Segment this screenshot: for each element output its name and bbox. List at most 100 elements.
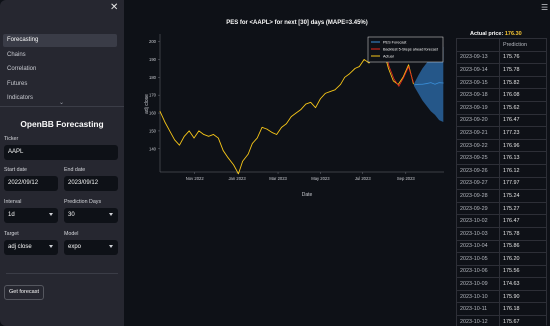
backtest-series-point <box>403 76 405 78</box>
table-row[interactable]: 2023-09-22 176.96 <box>456 138 547 153</box>
row-prediction: 176.08 <box>499 88 547 102</box>
row-prediction: 175.90 <box>499 289 547 304</box>
table-row[interactable]: 2023-09-26 176.12 <box>456 163 547 178</box>
actual-series-point <box>217 137 219 139</box>
interval-select[interactable]: 1d <box>4 208 58 223</box>
row-prediction: 175.76 <box>499 50 547 65</box>
legend-label-forecast: PES Forecast <box>383 41 407 45</box>
table-row[interactable]: 2023-10-12 175.67 <box>456 315 547 326</box>
start-date-input[interactable]: 2022/09/12 <box>4 176 58 191</box>
actual-series-point <box>334 89 336 91</box>
chevron-down-icon[interactable]: ⌄ <box>59 99 64 106</box>
table-row[interactable]: 2023-09-27 177.97 <box>456 176 547 191</box>
prediction-days-value: 30 <box>68 212 75 218</box>
predictions-table[interactable]: Prediction 2023-09-13 175.76 2023-09-14 175… <box>456 38 547 326</box>
actual-price-value: 176.30 <box>504 31 522 37</box>
actual-series-point <box>281 126 282 128</box>
end-date-input[interactable]: 2023/09/12 <box>64 176 118 191</box>
actual-series-point <box>300 109 302 110</box>
table-row[interactable]: 2023-09-18 176.08 <box>456 88 547 102</box>
actual-series-point <box>329 91 331 92</box>
table-row[interactable]: 2023-10-05 176.20 <box>456 252 547 266</box>
actual-series-point <box>247 153 249 155</box>
forecast-series-point <box>438 82 440 84</box>
actual-series-point <box>413 83 414 85</box>
sidebar-item-correlation[interactable]: Correlation <box>3 63 117 76</box>
hamburger-menu-icon[interactable]: ☰ <box>541 3 548 12</box>
x-tick-label: May 2023 <box>311 176 330 181</box>
table-row[interactable]: 2023-10-02 176.47 <box>456 214 547 228</box>
actual-series-point <box>354 68 356 69</box>
table-row[interactable]: 2023-09-21 177.23 <box>456 126 547 140</box>
row-date: 2023-10-12 <box>456 315 500 326</box>
backtest-series-point <box>413 82 414 84</box>
actual-series-point <box>272 132 273 134</box>
sidebar-divider <box>0 106 124 107</box>
table-row[interactable]: 2023-09-28 175.24 <box>456 189 547 203</box>
y-tick-label: 150 <box>149 128 157 133</box>
table-row[interactable]: 2023-09-19 175.62 <box>456 100 547 115</box>
table-row[interactable]: 2023-10-04 175.86 <box>456 239 547 254</box>
table-row[interactable]: 2023-09-14 175.78 <box>456 63 547 77</box>
table-row[interactable]: 2023-09-20 176.47 <box>456 113 547 128</box>
row-prediction: 174.63 <box>499 277 547 291</box>
row-date: 2023-09-21 <box>456 126 500 140</box>
table-row[interactable]: 2023-09-13 175.76 <box>456 50 547 65</box>
table-row[interactable]: 2023-10-11 176.18 <box>456 302 547 317</box>
close-icon[interactable]: ✕ <box>110 3 118 13</box>
backtest-series-point <box>408 66 409 67</box>
actual-series-point <box>286 123 287 125</box>
forecast-series-point <box>413 84 415 86</box>
sidebar: ✕ Forecasting Chains Correlation Futures… <box>0 0 124 326</box>
actual-series-line <box>159 50 414 175</box>
actual-series-point <box>208 135 209 137</box>
y-axis-title: adj close <box>144 94 150 114</box>
x-tick-label: Nov 2022 <box>186 176 205 181</box>
forecast-series-point <box>426 83 427 84</box>
app-window: ✕ Forecasting Chains Correlation Futures… <box>0 0 550 326</box>
model-label: Model <box>64 231 79 237</box>
actual-series-point <box>388 68 389 69</box>
ticker-input[interactable]: AAPL <box>4 145 118 160</box>
row-prediction: 176.18 <box>499 302 547 317</box>
row-prediction: 175.27 <box>499 201 547 216</box>
interval-label: Interval <box>4 199 22 205</box>
table-row[interactable]: 2023-10-03 175.78 <box>456 226 547 241</box>
forecast-chart: 140 150 160 170 180 190 200 Nov 2022 Jan 2023 Mar… <box>144 34 444 198</box>
actual-series-point <box>408 64 409 66</box>
row-prediction: 175.62 <box>499 100 547 115</box>
table-row[interactable]: 2023-10-09 174.63 <box>456 277 547 291</box>
sidebar-item-futures[interactable]: Futures <box>3 78 117 91</box>
backtest-series-point <box>398 85 400 87</box>
table-row[interactable]: 2023-09-29 175.27 <box>456 201 547 216</box>
table-row[interactable]: 2023-10-06 175.56 <box>456 264 547 279</box>
model-select[interactable]: expo <box>64 240 118 255</box>
actual-series-point <box>363 59 365 60</box>
row-date: 2023-09-15 <box>456 75 500 90</box>
row-date: 2023-09-29 <box>456 201 500 216</box>
actual-price-label: Actual price: <box>470 31 504 37</box>
table-row[interactable]: 2023-10-10 175.90 <box>456 289 547 304</box>
row-prediction: 175.78 <box>499 226 547 241</box>
row-prediction: 176.47 <box>499 113 547 128</box>
prediction-header[interactable]: Prediction <box>499 38 547 52</box>
actual-series-point <box>358 66 360 67</box>
actual-price: Actual price: 176.30 <box>470 31 522 37</box>
table-row[interactable]: 2023-09-15 175.82 <box>456 75 547 90</box>
row-prediction: 176.20 <box>499 252 547 266</box>
sidebar-item-chains[interactable]: Chains <box>3 49 117 62</box>
actual-series-point <box>159 110 161 112</box>
x-tick-label: Sep 2023 <box>397 176 416 181</box>
row-prediction: 175.86 <box>499 239 547 254</box>
target-select[interactable]: adj close <box>4 240 58 255</box>
forecast-series-point <box>422 83 423 85</box>
prediction-days-select[interactable]: 30 <box>64 208 118 223</box>
legend-label-actual: Actual <box>383 55 394 59</box>
actual-series-point <box>169 130 171 132</box>
ticker-label: Ticker <box>4 136 19 142</box>
sidebar-item-forecasting[interactable]: Forecasting <box>3 34 117 47</box>
table-row[interactable]: 2023-09-25 176.13 <box>456 151 547 165</box>
get-forecast-button[interactable]: Get forecast <box>4 285 44 300</box>
actual-series-point <box>324 93 326 94</box>
forecast-series-point <box>442 82 444 84</box>
